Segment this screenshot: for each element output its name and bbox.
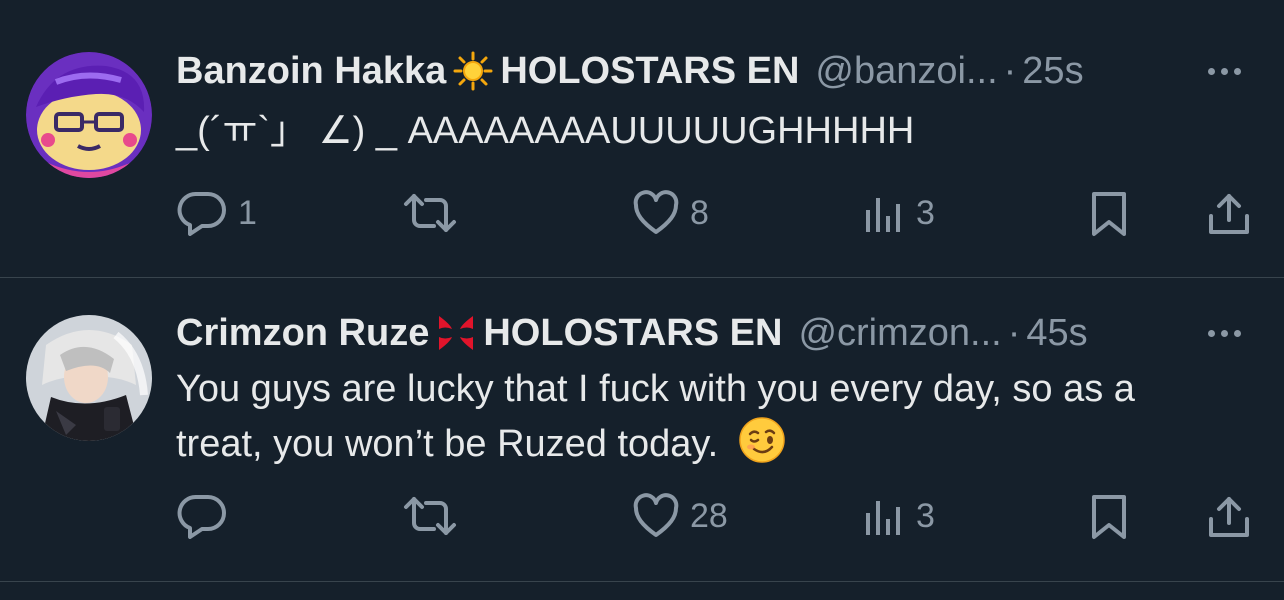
views-button[interactable]: 3: [862, 493, 935, 539]
unit-name[interactable]: HOLOSTARS EN: [483, 312, 782, 355]
display-name[interactable]: Banzoin Hakka: [176, 50, 446, 93]
reply-icon: [177, 494, 226, 539]
share-button[interactable]: [1206, 190, 1252, 238]
more-dot: [1208, 68, 1215, 75]
more-options-button[interactable]: [1208, 68, 1241, 75]
more-dot: [1221, 330, 1228, 337]
timestamp[interactable]: 25s: [1022, 50, 1083, 93]
share-icon: [1209, 497, 1249, 537]
share-icon: [1209, 194, 1249, 234]
like-button[interactable]: 8: [632, 190, 709, 236]
retweet-icon: [404, 497, 456, 535]
reply-icon: [177, 191, 226, 236]
tweet-header: Crimzon Ruze HOLOSTARS EN @crimzon... · …: [176, 312, 1088, 354]
avatar[interactable]: [26, 315, 152, 441]
more-options-button[interactable]: [1208, 330, 1241, 337]
retweet-button[interactable]: [400, 190, 470, 236]
tweet-text-line: You guys are lucky that I fuck with you …: [176, 368, 1135, 410]
like-button[interactable]: 28: [632, 493, 728, 539]
separator-dot: ·: [1007, 311, 1021, 354]
user-handle[interactable]: @banzoi...: [815, 50, 997, 93]
more-dot: [1234, 68, 1241, 75]
views-button[interactable]: 3: [862, 190, 935, 236]
reply-count: 1: [238, 193, 257, 232]
avatar[interactable]: [26, 52, 152, 178]
bookmark-icon: [1092, 495, 1126, 539]
more-dot: [1208, 330, 1215, 337]
tweet-text: _(´ㅠ`」 ∠) _ AAAAAAAAUUUUUGHHHHH: [176, 110, 915, 152]
like-count: 8: [690, 193, 709, 232]
heart-icon: [633, 493, 679, 537]
bookmark-icon: [1092, 192, 1126, 236]
separator-dot: ·: [1003, 49, 1017, 92]
bookmark-button[interactable]: [1088, 493, 1130, 541]
timestamp[interactable]: 45s: [1026, 312, 1087, 355]
analytics-icon: [866, 501, 900, 535]
view-count: 3: [916, 193, 935, 232]
winking-face-emoji-icon: [738, 416, 786, 464]
retweet-icon: [404, 194, 456, 232]
more-dot: [1234, 330, 1241, 337]
tweet-header: Banzoin Hakka HOLOSTARS EN @banzoi... · …: [176, 50, 1084, 92]
analytics-icon: [866, 198, 900, 232]
like-count: 28: [690, 496, 728, 535]
share-button[interactable]: [1206, 493, 1252, 541]
retweet-button[interactable]: [400, 493, 470, 539]
user-handle[interactable]: @crimzon...: [798, 312, 1001, 355]
tweet-text-line: treat, you won’t be Ruzed today.: [176, 416, 1266, 471]
display-name[interactable]: Crimzon Ruze: [176, 312, 429, 355]
view-count: 3: [916, 496, 935, 535]
bookmark-button[interactable]: [1088, 190, 1130, 238]
more-dot: [1221, 68, 1228, 75]
tweet-text-segment: treat, you won’t be Ruzed today.: [176, 423, 719, 465]
tweet-text: You guys are lucky that I fuck with you …: [176, 362, 1266, 471]
reply-button[interactable]: [176, 493, 238, 539]
unit-name[interactable]: HOLOSTARS EN: [500, 50, 799, 93]
divider: [0, 581, 1284, 582]
reply-button[interactable]: 1: [176, 190, 257, 236]
tweet-banzoin-hakka[interactable]: Banzoin Hakka HOLOSTARS EN @banzoi... · …: [0, 0, 1284, 277]
sun-emoji-icon: [452, 50, 494, 92]
anger-symbol-emoji-icon: [435, 312, 477, 354]
heart-icon: [633, 190, 679, 234]
tweet-crimzon-ruze[interactable]: Crimzon Ruze HOLOSTARS EN @crimzon... · …: [0, 278, 1284, 581]
